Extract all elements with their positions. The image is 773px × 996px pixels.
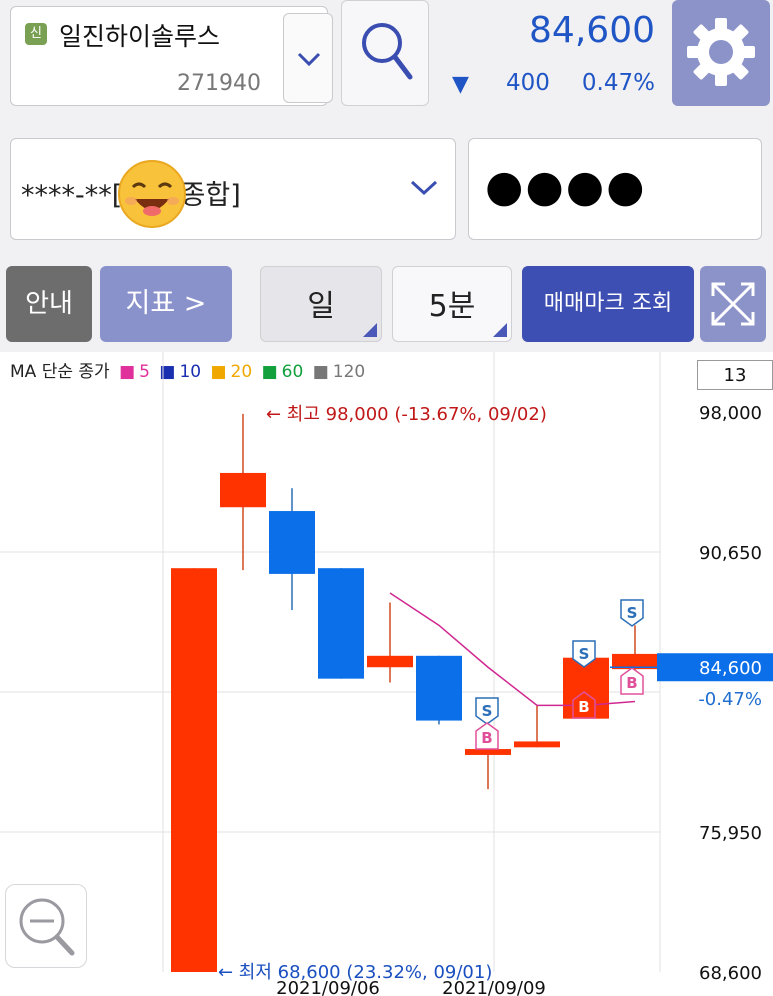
settings-button[interactable] xyxy=(672,0,770,106)
chevron-down-icon xyxy=(410,180,438,196)
period-label: 일 xyxy=(307,289,335,324)
sell-mark-label: S xyxy=(627,604,638,622)
candle-body xyxy=(220,472,266,508)
chart-toolbar: 안내 지표 > 일 5분 매매마크 조회 xyxy=(0,254,773,352)
search-button[interactable] xyxy=(341,0,429,106)
chevron-down-icon xyxy=(297,52,321,67)
candle-body xyxy=(171,568,217,972)
candle-body xyxy=(367,655,413,668)
high-annotation: ← 최고 98,000 (-13.67%, 09/02) xyxy=(266,404,547,425)
password-mask: ●●●● xyxy=(485,161,647,212)
zoom-out-button[interactable] xyxy=(5,884,87,968)
candle-body xyxy=(269,511,315,574)
trade-mark-button[interactable]: 매매마크 조회 xyxy=(522,266,694,342)
account-selector[interactable]: ****-**[ 위탁종합] xyxy=(10,138,456,240)
y-tick-label: 98,000 xyxy=(699,403,762,424)
candlestick-chart[interactable]: 98,00090,65075,95068,6002021/09/06 2021/0… xyxy=(0,352,773,996)
y-tick-label: 90,650 xyxy=(699,543,762,564)
current-price-tag-label: 84,600 xyxy=(699,658,762,679)
stock-header: 신 일진하이솔루스 271940 84,600 ▼ 400 0.47% xyxy=(0,0,773,122)
guide-button[interactable]: 안내 xyxy=(6,266,92,342)
gear-icon xyxy=(687,18,755,86)
price-change: 400 xyxy=(506,70,550,96)
current-change-label: -0.47% xyxy=(698,689,762,710)
period-select[interactable]: 일 xyxy=(260,266,382,342)
sell-mark-label: S xyxy=(482,702,493,720)
price-change-percent: 0.47% xyxy=(581,70,655,96)
expand-button[interactable] xyxy=(700,266,766,342)
interval-label: 5분 xyxy=(428,289,476,324)
candle-body xyxy=(514,741,560,748)
candle-body xyxy=(416,655,462,721)
buy-mark-label: B xyxy=(481,729,492,747)
stock-name: 일진하이솔루스 xyxy=(59,22,221,51)
buy-mark-label: B xyxy=(578,698,589,716)
smiley-emoji-icon xyxy=(118,160,186,228)
y-tick-label: 75,950 xyxy=(699,823,762,844)
buy-mark-label: B xyxy=(626,674,637,692)
dropdown-corner-icon xyxy=(363,323,377,337)
stock-code: 271940 xyxy=(177,71,261,96)
candle-body xyxy=(465,749,511,755)
candle-body xyxy=(318,568,364,679)
current-price: 84,600 xyxy=(529,10,655,51)
sell-mark-label: S xyxy=(579,645,590,663)
interval-select[interactable]: 5분 xyxy=(392,266,512,342)
stock-dropdown-button[interactable] xyxy=(283,13,333,103)
search-icon xyxy=(362,23,413,80)
account-row: ****-**[ 위탁종합] ●●●● xyxy=(0,122,773,254)
expand-icon xyxy=(711,282,755,326)
y-tick-label: 68,600 xyxy=(699,963,762,984)
stock-selector[interactable]: 신 일진하이솔루스 271940 xyxy=(10,6,333,106)
password-field[interactable]: ●●●● xyxy=(468,138,762,240)
low-annotation: ← 최저 68,600 (23.32%, 09/01) xyxy=(218,962,492,983)
dropdown-corner-icon xyxy=(493,323,507,337)
indicator-button[interactable]: 지표 > xyxy=(100,266,232,342)
down-triangle-icon: ▼ xyxy=(452,72,469,97)
zoom-out-icon xyxy=(19,898,75,956)
credit-badge: 신 xyxy=(25,23,47,45)
